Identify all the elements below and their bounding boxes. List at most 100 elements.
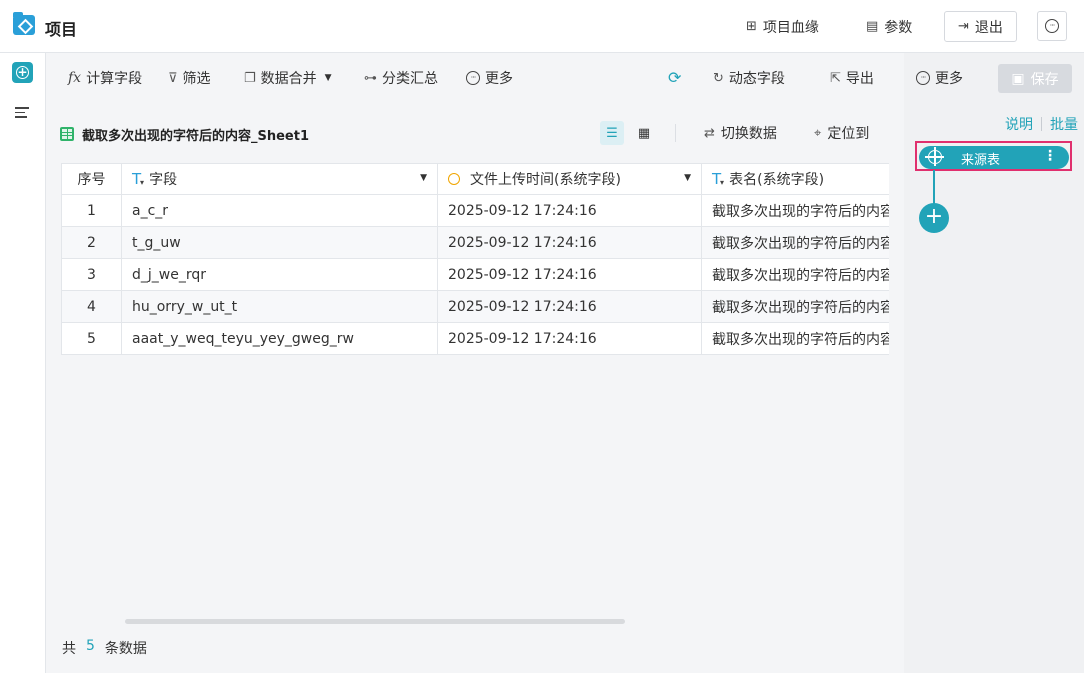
text-type-icon: T: [132, 170, 141, 188]
toolbar: fx 计算字段 ⊽ 筛选 ❐ 数据合并 ▼ ⊶ 分类汇总 ··· 更多 ⟳ ↻ …: [46, 53, 904, 103]
filter-button[interactable]: ⊽ 筛选: [168, 68, 211, 88]
dynamic-field-label: 动态字段: [728, 71, 785, 87]
filter-label: 筛选: [182, 71, 211, 87]
cell-field[interactable]: t_g_uw: [121, 226, 438, 259]
table-header-row: 序号 T 字段 ▼ 文件上传时间(系统字段) ▼ T 表名(系统字段): [61, 163, 889, 195]
params-icon: ▤: [866, 19, 879, 34]
cell-table-name[interactable]: 截取多次出现的字符后的内容_Sheet1: [701, 194, 889, 227]
project-lineage-button[interactable]: ⊞ 项目血缘: [746, 11, 819, 42]
filter-icon: ⊽: [168, 70, 178, 86]
exit-button[interactable]: ⇥ 退出: [944, 11, 1017, 42]
group-summary-label: 分类汇总: [382, 71, 438, 87]
cell-upload-time[interactable]: 2025-09-12 17:24:16: [437, 322, 702, 355]
cell-index: 5: [61, 322, 122, 355]
cell-index: 4: [61, 290, 122, 323]
cell-upload-time[interactable]: 2025-09-12 17:24:16: [437, 258, 702, 291]
column-dropdown-icon[interactable]: ▼: [684, 173, 691, 183]
save-icon: ▣: [1011, 70, 1025, 87]
cell-upload-time[interactable]: 2025-09-12 17:24:16: [437, 290, 702, 323]
save-button[interactable]: ▣ 保存: [998, 64, 1072, 93]
project-lineage-label: 项目血缘: [762, 19, 819, 36]
more-dots-icon: ···: [466, 71, 480, 85]
locate-label: 定位到: [827, 126, 870, 142]
column-header-table-name[interactable]: T 表名(系统字段): [701, 163, 889, 195]
exit-icon: ⇥: [958, 19, 969, 34]
divider: [675, 124, 676, 142]
header-more-button[interactable]: ···: [1037, 11, 1067, 41]
row-count-suffix: 条数据: [104, 641, 147, 657]
main-panel: fx 计算字段 ⊽ 筛选 ❐ 数据合并 ▼ ⊶ 分类汇总 ··· 更多 ⟳ ↻ …: [46, 53, 904, 673]
group-summary-button[interactable]: ⊶ 分类汇总: [364, 68, 438, 88]
source-table-node[interactable]: 来源表 ⋮: [919, 146, 1069, 169]
page-title: 项目: [45, 20, 78, 39]
export-icon: ⇱: [830, 70, 841, 86]
cell-field[interactable]: d_j_we_rqr: [121, 258, 438, 291]
left-sidebar: +: [0, 53, 46, 673]
list-view-icon[interactable]: ☰: [600, 121, 624, 145]
row-count: 共 5 条数据: [62, 638, 147, 658]
switch-data-button[interactable]: ⇄ 切换数据: [704, 124, 777, 143]
merge-icon: ❐: [244, 70, 256, 86]
text-type-icon: T: [712, 170, 721, 188]
cell-index: 2: [61, 226, 122, 259]
more-dots-icon: ···: [916, 71, 930, 85]
panel-links: 说明 批量: [1005, 114, 1078, 134]
kebab-menu-icon[interactable]: ⋮: [1043, 148, 1057, 164]
table-row[interactable]: 4 hu_orry_w_ut_t 2025-09-12 17:24:16 截取多…: [61, 290, 889, 323]
cell-index: 3: [61, 258, 122, 291]
table-row[interactable]: 2 t_g_uw 2025-09-12 17:24:16 截取多次出现的字符后的…: [61, 226, 889, 259]
grid-view-icon[interactable]: ▦: [632, 121, 656, 145]
more-right-button[interactable]: ··· 更多: [916, 68, 963, 88]
more-right-label: 更多: [935, 71, 963, 87]
refresh-icon[interactable]: ⟳: [668, 68, 681, 87]
params-label: 参数: [884, 19, 913, 36]
calc-field-button[interactable]: fx 计算字段: [68, 68, 142, 88]
table-row[interactable]: 1 a_c_r 2025-09-12 17:24:16 截取多次出现的字符后的内…: [61, 194, 889, 227]
column-dropdown-icon[interactable]: ▼: [420, 173, 427, 183]
cell-upload-time[interactable]: 2025-09-12 17:24:16: [437, 226, 702, 259]
switch-data-label: 切换数据: [720, 126, 777, 142]
cell-field[interactable]: hu_orry_w_ut_t: [121, 290, 438, 323]
dynamic-field-button[interactable]: ↻ 动态字段: [713, 68, 785, 88]
data-table-container[interactable]: 序号 T 字段 ▼ 文件上传时间(系统字段) ▼ T 表名(系统字段): [61, 163, 889, 355]
fx-icon: fx: [68, 70, 82, 86]
clock-type-icon: [448, 173, 460, 185]
explain-link[interactable]: 说明: [1005, 114, 1033, 134]
crosshair-icon: ⌖: [814, 125, 822, 141]
horizontal-scrollbar[interactable]: [125, 619, 625, 624]
link-divider: [1041, 117, 1042, 131]
export-label: 导出: [845, 71, 874, 87]
table-row[interactable]: 5 aaat_y_weq_teyu_yey_gweg_rw 2025-09-12…: [61, 322, 889, 355]
more-left-label: 更多: [485, 71, 513, 87]
merge-dropdown[interactable]: ❐ 数据合并 ▼: [244, 68, 332, 88]
locate-button[interactable]: ⌖ 定位到: [814, 124, 870, 143]
crosshair-icon: [925, 147, 944, 166]
column-header-field[interactable]: T 字段 ▼: [121, 163, 438, 195]
project-folder-icon: [13, 12, 35, 35]
lineage-icon: ⊞: [746, 19, 757, 34]
export-button[interactable]: ⇱ 导出: [830, 68, 874, 88]
sheet-name: 截取多次出现的字符后的内容_Sheet1: [82, 128, 310, 144]
more-left-button[interactable]: ··· 更多: [466, 68, 513, 88]
column-header-upload-time[interactable]: 文件上传时间(系统字段) ▼: [437, 163, 702, 195]
sheet-header: 截取多次出现的字符后的内容_Sheet1: [60, 123, 309, 145]
cell-field[interactable]: a_c_r: [121, 194, 438, 227]
outline-list-icon[interactable]: [15, 107, 29, 121]
spreadsheet-icon: [60, 127, 74, 141]
flow-connector: [933, 170, 935, 205]
cell-table-name[interactable]: 截取多次出现的字符后的内容_Sheet1: [701, 226, 889, 259]
data-table: 序号 T 字段 ▼ 文件上传时间(系统字段) ▼ T 表名(系统字段): [61, 163, 889, 355]
row-count-value: 5: [86, 638, 95, 654]
batch-link[interactable]: 批量: [1050, 114, 1078, 134]
save-label: 保存: [1030, 71, 1059, 88]
params-button[interactable]: ▤ 参数: [866, 11, 912, 42]
cell-table-name[interactable]: 截取多次出现的字符后的内容_Sheet1: [701, 290, 889, 323]
cell-table-name[interactable]: 截取多次出现的字符后的内容_Sheet1: [701, 322, 889, 355]
cell-table-name[interactable]: 截取多次出现的字符后的内容_Sheet1: [701, 258, 889, 291]
add-step-icon[interactable]: +: [919, 203, 949, 233]
cell-upload-time[interactable]: 2025-09-12 17:24:16: [437, 194, 702, 227]
add-node-icon[interactable]: +: [12, 62, 33, 83]
table-row[interactable]: 3 d_j_we_rqr 2025-09-12 17:24:16 截取多次出现的…: [61, 258, 889, 291]
cell-field[interactable]: aaat_y_weq_teyu_yey_gweg_rw: [121, 322, 438, 355]
title-bar: 项目 ⊞ 项目血缘 ▤ 参数 ⇥ 退出 ···: [0, 0, 1084, 53]
